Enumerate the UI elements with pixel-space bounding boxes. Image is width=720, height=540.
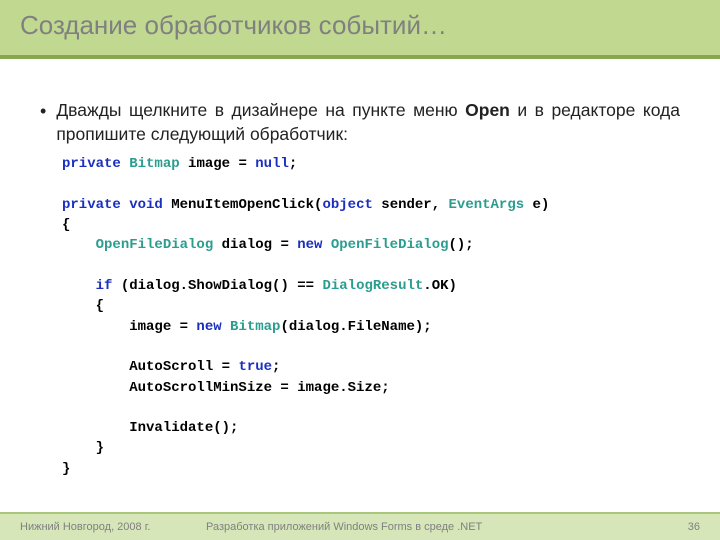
content-area: • Дважды щелкните в дизайнере на пункте …	[0, 59, 720, 479]
header-band: Создание обработчиков событий…	[0, 0, 720, 59]
code-block: private Bitmap image = null; private voi…	[62, 154, 680, 479]
footer-course: Разработка приложений Windows Forms в ср…	[200, 521, 660, 533]
footer: Нижний Новгород, 2008 г. Разработка прил…	[0, 512, 720, 540]
bullet-item: • Дважды щелкните в дизайнере на пункте …	[40, 99, 680, 146]
footer-location: Нижний Новгород, 2008 г.	[20, 521, 200, 533]
footer-page-number: 36	[660, 521, 700, 533]
bullet-marker: •	[40, 99, 46, 146]
slide-title: Создание обработчиков событий…	[20, 10, 700, 41]
bullet-text: Дважды щелкните в дизайнере на пункте ме…	[56, 99, 680, 146]
